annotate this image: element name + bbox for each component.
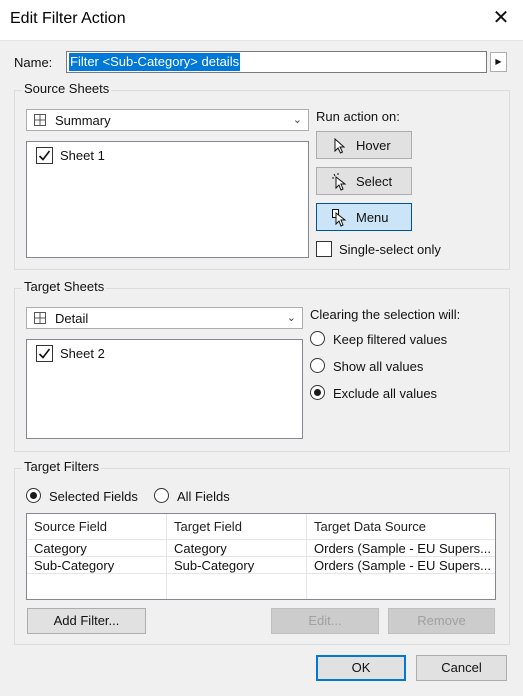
hover-button-label: Hover [356, 138, 391, 153]
target-sheets-label: Target Sheets [22, 279, 107, 294]
sheet-1-label: Sheet 1 [60, 148, 105, 163]
clearing-label: Clearing the selection will: [310, 307, 461, 322]
keep-filtered-label: Keep filtered values [333, 332, 448, 347]
checkmark-icon [38, 348, 51, 359]
checkmark-icon [38, 150, 51, 161]
select-pointer-icon [332, 173, 347, 191]
name-label: Name: [14, 55, 53, 70]
play-arrow-icon: ▶ [495, 57, 502, 66]
table-cell[interactable]: Sub-Category [174, 558, 304, 573]
exclude-all-radio[interactable] [310, 385, 325, 400]
hover-button[interactable]: Hover [316, 131, 412, 159]
single-select-label: Single-select only [339, 242, 441, 257]
grid-icon [34, 114, 46, 126]
exclude-all-label: Exclude all values [333, 386, 438, 401]
column-header-source-field[interactable]: Source Field [34, 519, 107, 534]
target-dropdown-value: Detail [55, 311, 89, 326]
ok-button[interactable]: OK [316, 655, 406, 681]
name-input[interactable]: Filter <Sub-Category> details [66, 51, 487, 73]
source-dropdown-value: Summary [55, 113, 111, 128]
all-fields-radio[interactable] [154, 488, 169, 503]
select-button[interactable]: Select [316, 167, 412, 195]
table-cell[interactable]: Sub-Category [34, 558, 164, 573]
target-sheet-list[interactable]: Sheet 2 [26, 339, 303, 439]
header-divider [27, 539, 495, 540]
single-select-checkbox[interactable] [316, 241, 332, 257]
add-filter-button[interactable]: Add Filter... [27, 608, 146, 634]
target-filters-label: Target Filters [22, 459, 102, 474]
table-cell[interactable]: Category [174, 541, 304, 556]
dialog-title: Edit Filter Action [10, 10, 126, 27]
column-header-target-field[interactable]: Target Field [174, 519, 242, 534]
chevron-down-icon: ⌄ [292, 114, 302, 126]
sheet-2-checkbox[interactable] [36, 345, 53, 362]
all-fields-label: All Fields [177, 489, 230, 504]
sheet-2-label: Sheet 2 [60, 346, 105, 361]
pointer-icon [334, 138, 346, 154]
select-button-label: Select [356, 174, 393, 189]
source-sheets-label: Source Sheets [22, 81, 112, 96]
grid-icon [34, 312, 46, 324]
target-sheet-dropdown[interactable]: Detail ⌄ [26, 307, 303, 329]
source-sheet-dropdown[interactable]: Summary ⌄ [26, 109, 309, 131]
filter-fields-table[interactable]: Source Field Target Field Target Data So… [26, 513, 496, 600]
table-cell[interactable]: Orders (Sample - EU Supers... [314, 558, 492, 573]
show-all-radio[interactable] [310, 358, 325, 373]
row-divider [27, 573, 495, 574]
source-sheet-list[interactable]: Sheet 1 [26, 141, 309, 258]
keep-filtered-radio[interactable] [310, 331, 325, 346]
name-menu-button[interactable]: ▶ [490, 52, 507, 72]
table-cell[interactable]: Category [34, 541, 164, 556]
name-input-value: Filter <Sub-Category> details [69, 53, 241, 71]
run-action-label: Run action on: [316, 109, 400, 124]
remove-filter-button[interactable]: Remove [388, 608, 495, 634]
show-all-label: Show all values [333, 359, 424, 374]
radio-selected-dot [314, 389, 321, 396]
menu-button-label: Menu [356, 210, 389, 225]
sheet-1-checkbox[interactable] [36, 147, 53, 164]
table-cell[interactable]: Orders (Sample - EU Supers... [314, 541, 492, 556]
row-divider [27, 556, 495, 557]
selected-fields-label: Selected Fields [49, 489, 138, 504]
menu-button[interactable]: Menu [316, 203, 412, 231]
radio-selected-dot [30, 492, 37, 499]
close-icon[interactable]: ✕ [490, 6, 512, 30]
chevron-down-icon: ⌄ [286, 312, 296, 324]
edit-filter-button[interactable]: Edit... [271, 608, 379, 634]
column-header-target-data-source[interactable]: Target Data Source [314, 519, 426, 534]
menu-pointer-icon [332, 209, 347, 227]
selected-fields-radio[interactable] [26, 488, 41, 503]
cancel-button[interactable]: Cancel [416, 655, 507, 681]
